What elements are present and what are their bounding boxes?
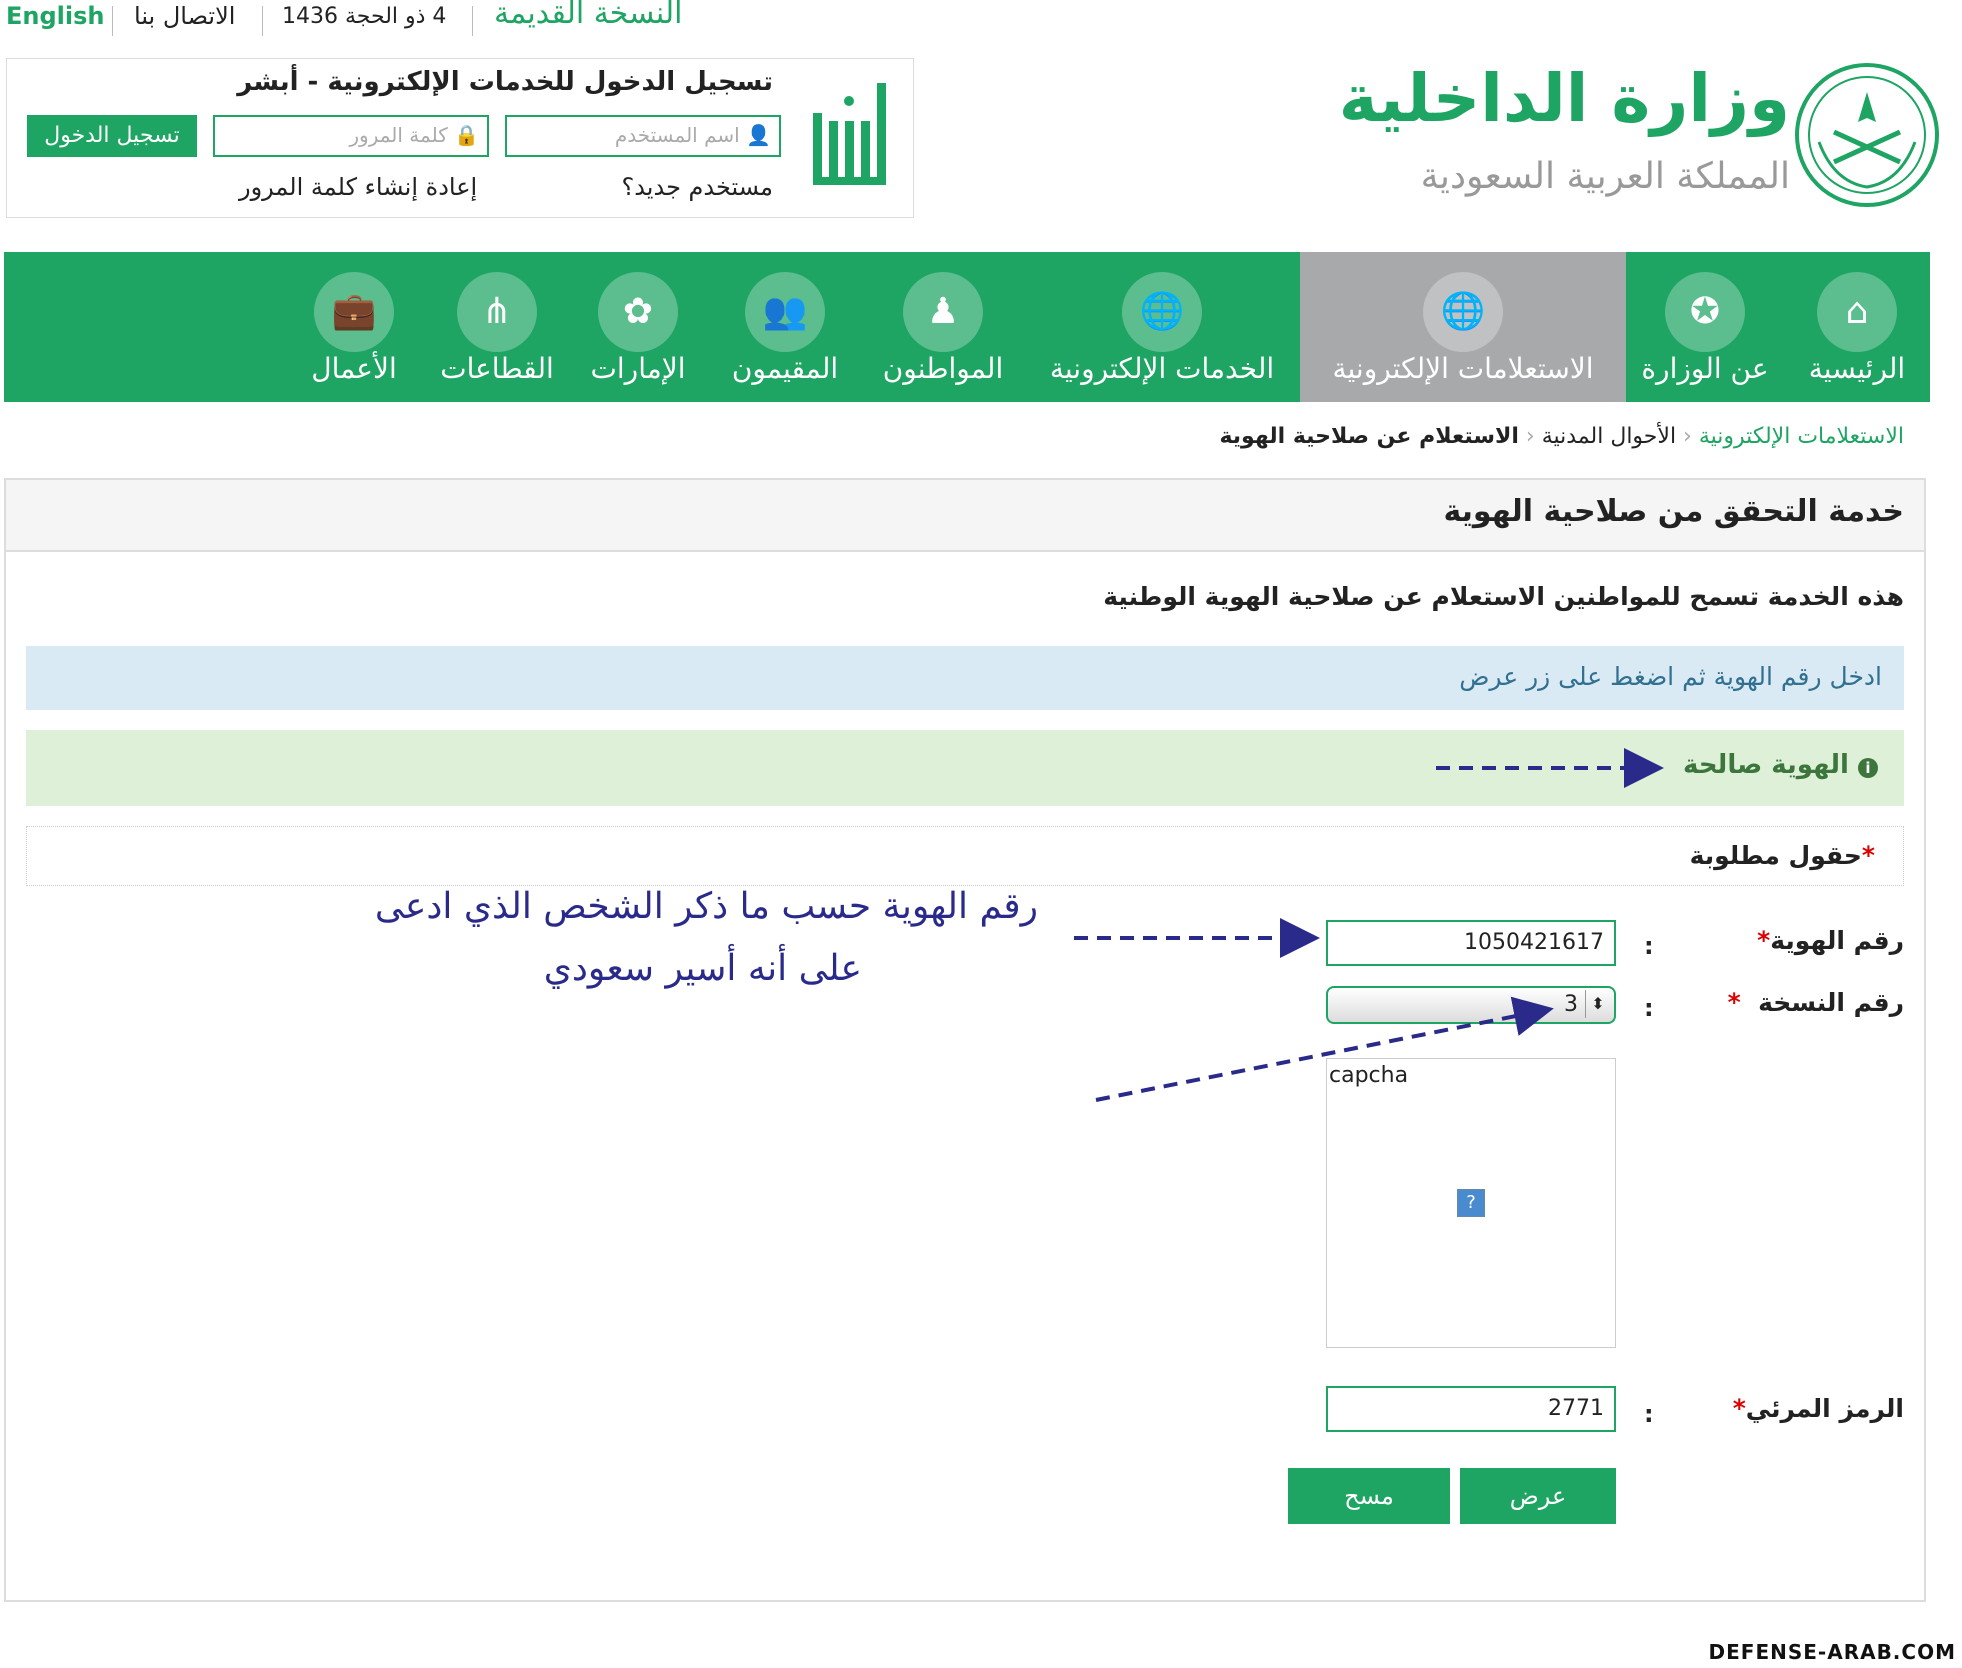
watermark: DEFENSE-ARAB.COM (1708, 1640, 1956, 1664)
annotation-arrows (1074, 748, 1664, 1102)
arrow-to-version (1095, 996, 1554, 1102)
